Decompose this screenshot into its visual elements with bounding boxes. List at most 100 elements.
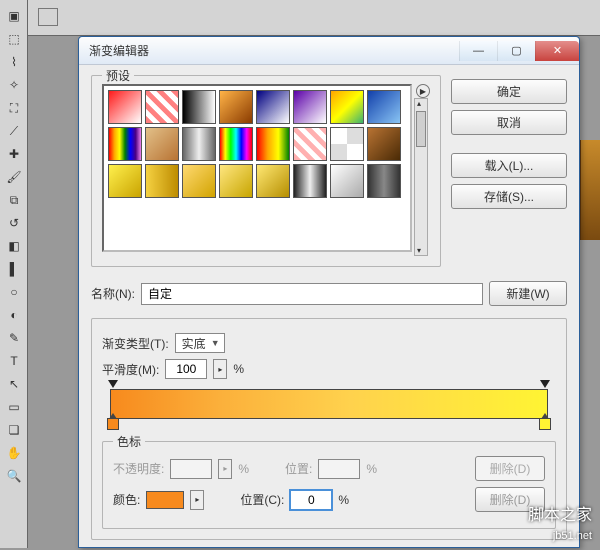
tool-zoom[interactable]: 🔍 xyxy=(2,465,26,487)
tool-heal[interactable]: ✚ xyxy=(2,143,26,165)
tool-crop[interactable]: ⛶ xyxy=(2,97,26,119)
window-close-button[interactable]: ✕ xyxy=(535,41,579,61)
tool-eraser[interactable]: ◧ xyxy=(2,235,26,257)
opacity-label: 不透明度: xyxy=(113,460,164,477)
opacity-spin: ▸ xyxy=(218,459,232,479)
toolbox: ▣ ⬚ ⌇ ✧ ⛶ ⟋ ✚ 🖌 ⧉ ↺ ◧ ▌ ○ ◐ ✎ T ↖ ▭ ❏ ✋ … xyxy=(0,0,28,548)
titlebar[interactable]: 渐变编辑器 — ▢ ✕ xyxy=(79,37,579,65)
color-position-label: 位置(C): xyxy=(240,491,284,508)
preset-flyout-menu[interactable]: ▶ xyxy=(416,84,430,98)
color-chip-flyout[interactable]: ▸ xyxy=(190,490,204,510)
tool-path[interactable]: ↖ xyxy=(2,373,26,395)
preset-swatch[interactable] xyxy=(108,127,142,161)
opacity-stop-right[interactable] xyxy=(540,380,550,390)
stops-legend: 色标 xyxy=(113,433,145,450)
delete-opacity-stop-button: 删除(D) xyxy=(475,456,545,481)
preset-swatch[interactable] xyxy=(219,164,253,198)
tool-lasso[interactable]: ⌇ xyxy=(2,51,26,73)
preset-scrollbar[interactable] xyxy=(414,98,428,256)
preset-swatch[interactable] xyxy=(219,127,253,161)
preset-swatch[interactable] xyxy=(108,164,142,198)
ok-button[interactable]: 确定 xyxy=(451,79,567,104)
tool-brush[interactable]: 🖌 xyxy=(2,166,26,188)
tool-notes[interactable]: ❏ xyxy=(2,419,26,441)
tool-pen[interactable]: ✎ xyxy=(2,327,26,349)
color-chip[interactable] xyxy=(146,491,184,509)
gradient-bar-area xyxy=(110,389,548,419)
preset-swatch[interactable] xyxy=(367,127,401,161)
smoothness-input[interactable] xyxy=(165,359,207,379)
tool-dodge[interactable]: ◐ xyxy=(2,304,26,326)
opacity-position-label: 位置: xyxy=(285,460,312,477)
tool-wand[interactable]: ✧ xyxy=(2,74,26,96)
preset-panel xyxy=(102,84,412,252)
name-label: 名称(N): xyxy=(91,285,135,302)
preset-swatch[interactable] xyxy=(330,127,364,161)
preset-swatch[interactable] xyxy=(182,127,216,161)
preset-swatch[interactable] xyxy=(293,90,327,124)
canvas-artwork xyxy=(580,140,600,240)
preset-swatch[interactable] xyxy=(256,90,290,124)
tool-move[interactable]: ▣ xyxy=(2,5,26,27)
smoothness-label: 平滑度(M): xyxy=(102,361,159,378)
opacity-input xyxy=(170,459,212,479)
gradient-settings-group: 渐变类型(T): 实底 平滑度(M): ▸ % 色标 xyxy=(91,318,567,540)
tool-gradient[interactable]: ▌ xyxy=(2,258,26,280)
save-button[interactable]: 存储(S)... xyxy=(451,184,567,209)
color-stop-right[interactable] xyxy=(539,418,551,430)
tool-shape[interactable]: ▭ xyxy=(2,396,26,418)
dialog-body: 预设 ▶ 确定 取消 载入(L)... 存储(S)... xyxy=(79,65,579,550)
opacity-position-input xyxy=(318,459,360,479)
tool-blur[interactable]: ○ xyxy=(2,281,26,303)
tool-history-brush[interactable]: ↺ xyxy=(2,212,26,234)
stops-group: 色标 不透明度: ▸ % 位置: % 删除(D) 颜色: ▸ xyxy=(102,441,556,529)
opacity-position-unit: % xyxy=(366,462,377,476)
preset-swatch[interactable] xyxy=(108,90,142,124)
presets-group: 预设 ▶ xyxy=(91,75,441,267)
name-input[interactable] xyxy=(141,283,483,305)
preset-swatch[interactable] xyxy=(182,90,216,124)
scrollbar-thumb[interactable] xyxy=(416,111,426,147)
tool-eyedropper[interactable]: ⟋ xyxy=(2,120,26,142)
gradient-type-label: 渐变类型(T): xyxy=(102,335,169,352)
opacity-stop-left[interactable] xyxy=(108,380,118,390)
cancel-button[interactable]: 取消 xyxy=(451,110,567,135)
preset-swatch[interactable] xyxy=(256,127,290,161)
tool-marquee[interactable]: ⬚ xyxy=(2,28,26,50)
preset-swatch[interactable] xyxy=(145,127,179,161)
window-minimize-button[interactable]: — xyxy=(459,41,497,61)
opacity-unit: % xyxy=(238,462,249,476)
color-position-input[interactable] xyxy=(290,490,332,510)
tool-hand[interactable]: ✋ xyxy=(2,442,26,464)
presets-legend: 预设 xyxy=(102,67,134,84)
preset-swatch[interactable] xyxy=(293,164,327,198)
tool-type[interactable]: T xyxy=(2,350,26,372)
preset-grid xyxy=(108,90,401,246)
load-button[interactable]: 载入(L)... xyxy=(451,153,567,178)
smoothness-unit: % xyxy=(233,362,244,376)
color-stop-left[interactable] xyxy=(107,418,119,430)
window-maximize-button[interactable]: ▢ xyxy=(497,41,535,61)
preset-swatch[interactable] xyxy=(145,164,179,198)
watermark: 脚本之家 jb51.net xyxy=(528,506,592,544)
new-button[interactable]: 新建(W) xyxy=(489,281,567,306)
option-gradient-preview[interactable] xyxy=(38,8,58,26)
preset-swatch[interactable] xyxy=(182,164,216,198)
smoothness-spin[interactable]: ▸ xyxy=(213,359,227,379)
gradient-editor-dialog: 渐变编辑器 — ▢ ✕ 预设 ▶ 确定 取消 xyxy=(78,36,580,548)
color-label: 颜色: xyxy=(113,491,140,508)
preset-swatch[interactable] xyxy=(293,127,327,161)
preset-swatch[interactable] xyxy=(330,90,364,124)
options-bar xyxy=(28,0,600,36)
gradient-bar[interactable] xyxy=(110,389,548,419)
color-position-unit: % xyxy=(338,493,349,507)
preset-swatch[interactable] xyxy=(367,90,401,124)
preset-swatch[interactable] xyxy=(367,164,401,198)
dialog-title: 渐变编辑器 xyxy=(89,42,459,59)
preset-swatch[interactable] xyxy=(330,164,364,198)
tool-stamp[interactable]: ⧉ xyxy=(2,189,26,211)
preset-swatch[interactable] xyxy=(145,90,179,124)
preset-swatch[interactable] xyxy=(256,164,290,198)
gradient-type-select[interactable]: 实底 xyxy=(175,333,225,353)
preset-swatch[interactable] xyxy=(219,90,253,124)
